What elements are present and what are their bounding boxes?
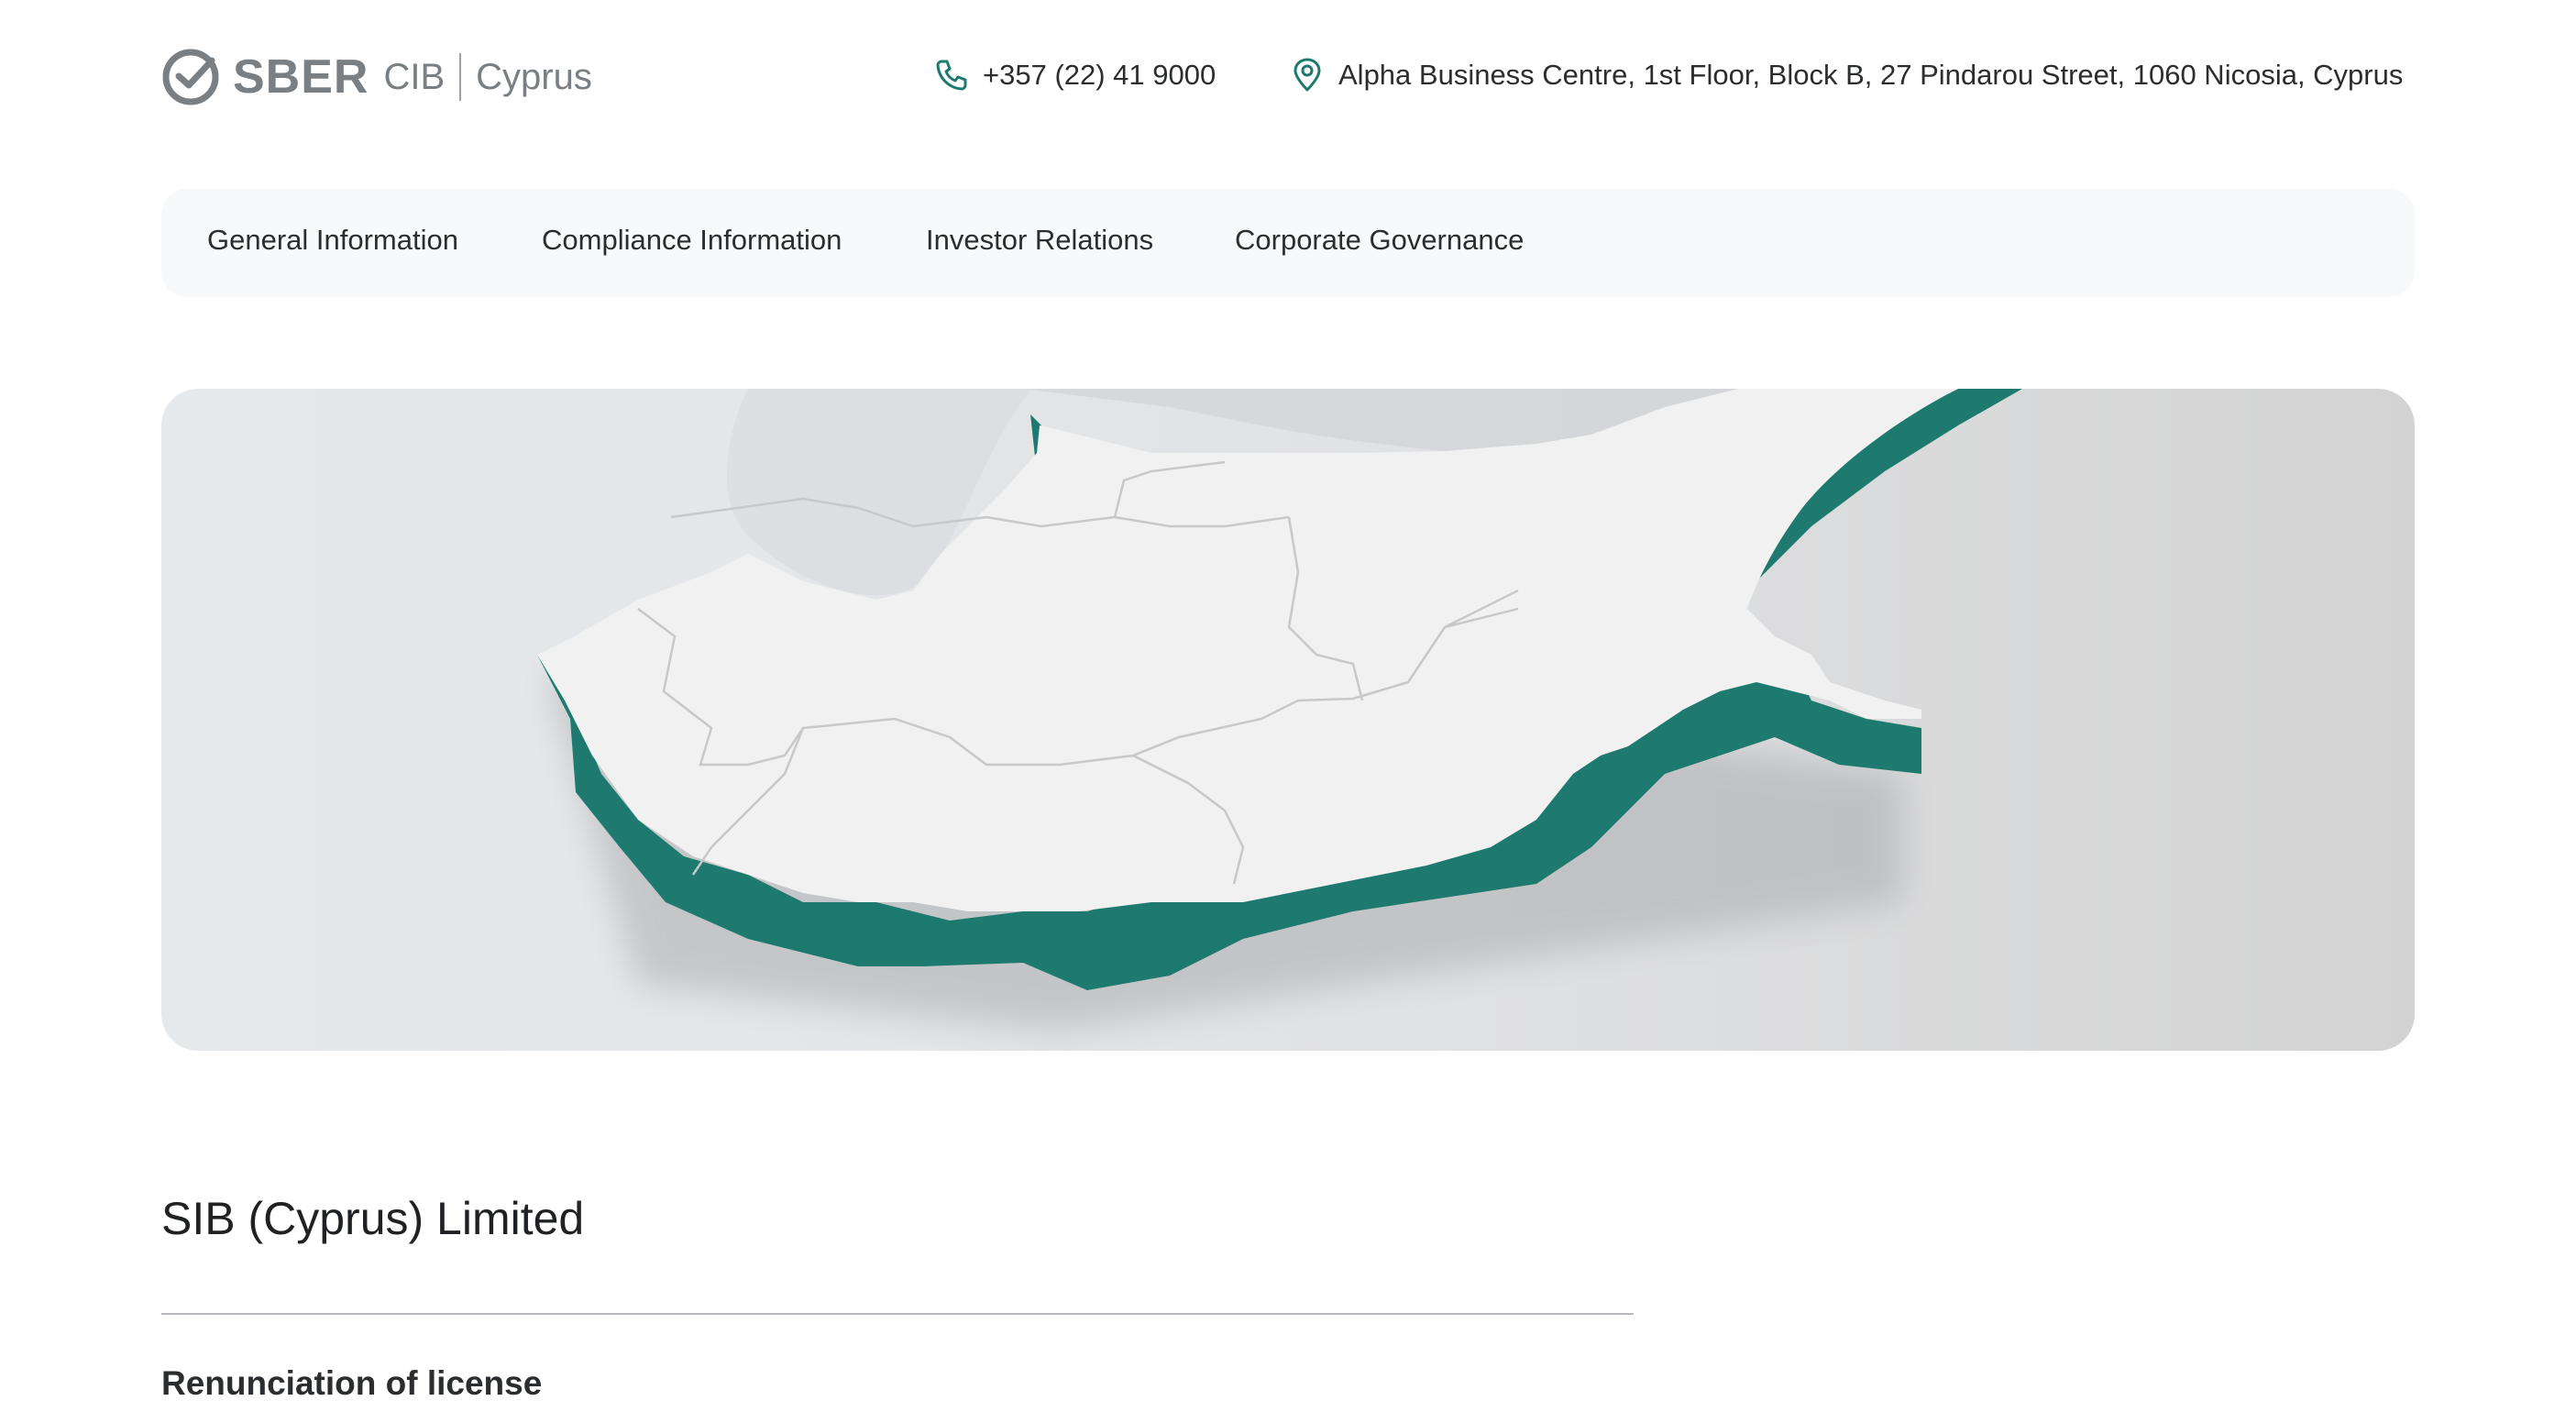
brand-unit: CIB: [383, 56, 446, 97]
brand-country: Cyprus: [476, 56, 592, 97]
brand-logo[interactable]: SBER CIB Cyprus: [161, 40, 592, 114]
address-contact[interactable]: Alpha Business Centre, 1st Floor, Block …: [1289, 57, 2403, 94]
section-heading: Renunciation of license: [161, 1364, 543, 1402]
nav-item-corporate-governance[interactable]: Corporate Governance: [1235, 224, 1524, 257]
nav-item-general-information[interactable]: General Information: [207, 224, 458, 257]
hero-cyprus-map: [161, 389, 2415, 1051]
brand-name: SBER: [233, 50, 369, 104]
phone-icon: [936, 60, 967, 91]
section-divider: [161, 1313, 1634, 1315]
office-address[interactable]: Alpha Business Centre, 1st Floor, Block …: [1338, 59, 2403, 92]
nav-item-investor-relations[interactable]: Investor Relations: [926, 224, 1153, 257]
phone-number[interactable]: +357 (22) 41 9000: [983, 59, 1216, 92]
main-navigation: General Information Compliance Informati…: [161, 189, 2415, 297]
site-header: SBER CIB Cyprus +357 (22) 41 9000 Alpha …: [161, 37, 2415, 119]
location-pin-icon: [1294, 58, 1321, 92]
nav-item-compliance-information[interactable]: Compliance Information: [542, 224, 842, 257]
sber-check-icon: [162, 49, 219, 105]
page-title: SIB (Cyprus) Limited: [161, 1193, 585, 1244]
phone-contact[interactable]: +357 (22) 41 9000: [933, 57, 1216, 94]
brand-divider: [459, 53, 462, 101]
